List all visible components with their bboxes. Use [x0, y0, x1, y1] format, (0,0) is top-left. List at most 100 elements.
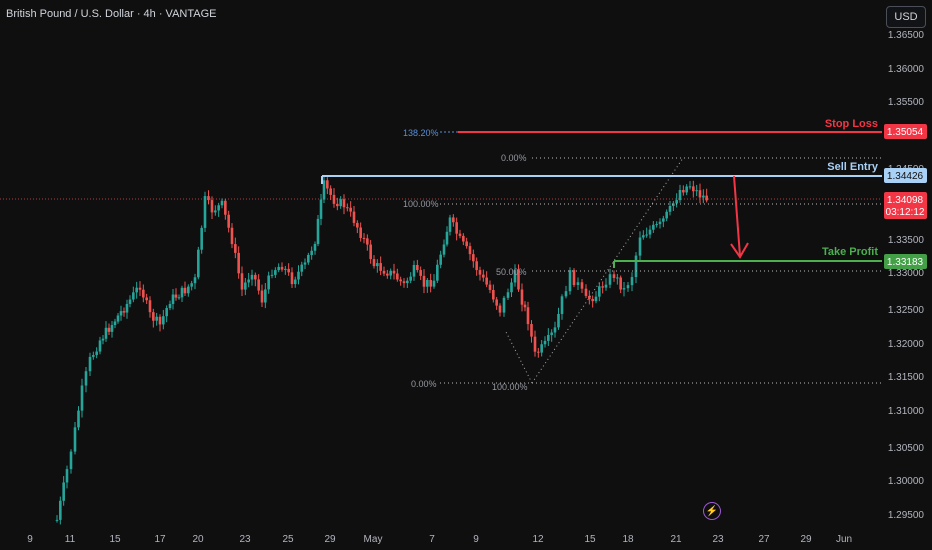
candle-body: [389, 270, 392, 276]
candle-body: [316, 218, 320, 245]
candle-body: [322, 180, 326, 200]
time-label: 25: [282, 534, 294, 545]
candle-body: [80, 385, 84, 411]
candle-body: [439, 254, 442, 265]
sell-entry-tag: 1.34426: [887, 171, 924, 182]
candle-body: [104, 327, 108, 339]
take-profit-tag: 1.33183: [887, 257, 924, 268]
candle-body: [280, 266, 284, 270]
candle-body: [59, 500, 62, 520]
candle-body: [264, 289, 267, 303]
candle-body: [432, 280, 436, 287]
time-label: 9: [473, 534, 479, 545]
fib-0-top-label: 0.00%: [501, 153, 527, 163]
candle-body: [244, 282, 247, 290]
candle-body: [655, 224, 658, 226]
candle-body: [675, 200, 678, 204]
candle-body: [210, 200, 214, 213]
candle-body: [568, 270, 572, 292]
candle-body: [426, 280, 429, 287]
candle-body: [237, 252, 240, 274]
candle-body: [260, 290, 264, 303]
candle-body: [584, 288, 588, 296]
candle-body: [359, 227, 362, 238]
price-label: 1.30000: [888, 476, 925, 487]
candle-body: [125, 303, 129, 313]
candle-body: [468, 246, 472, 255]
candle-body: [101, 338, 105, 341]
candle-body: [217, 205, 220, 211]
candle-body: [356, 222, 359, 228]
candle-body: [128, 299, 132, 304]
fib-100-label: 100.00%: [403, 199, 439, 209]
price-label: 1.30500: [888, 443, 925, 454]
candle-body: [638, 237, 642, 256]
candle-body: [135, 287, 138, 293]
candle-body: [145, 297, 148, 301]
candle-body: [416, 265, 419, 271]
candle-body: [293, 279, 297, 285]
price-chart[interactable]: 138.20% 0.00% 100.00% 50.00% 0.00% 100.0…: [0, 0, 932, 550]
candle-body: [526, 307, 530, 325]
time-label: May: [364, 534, 383, 545]
candle-body: [369, 244, 372, 260]
candle-body: [138, 287, 142, 290]
candle-body: [485, 277, 488, 285]
candle-body: [533, 336, 537, 352]
stop-loss-tag: 1.35054: [887, 127, 924, 138]
candle-body: [642, 235, 645, 238]
candle-body: [254, 274, 257, 280]
candle-body: [678, 190, 682, 201]
candle-body: [230, 227, 234, 245]
candle-body: [685, 186, 688, 193]
time-label: Jun: [836, 534, 852, 545]
candle-body: [171, 294, 175, 304]
candle-body: [183, 287, 187, 294]
candle-body: [419, 270, 422, 276]
time-label: 12: [532, 534, 544, 545]
current-price-tag: 1.34098: [887, 195, 924, 206]
candle-body: [557, 313, 560, 328]
candle-body: [458, 233, 462, 236]
candle-body: [297, 271, 300, 280]
candle-body: [107, 327, 111, 332]
candle-body: [619, 277, 622, 290]
candle-body: [553, 327, 557, 333]
candle-body: [155, 316, 158, 321]
price-label: 1.29500: [888, 510, 925, 521]
candle-body: [379, 263, 382, 271]
candle-body: [162, 316, 165, 325]
candle-body: [339, 199, 342, 207]
candle-body: [412, 265, 416, 277]
candle-body: [537, 351, 540, 353]
lightning-icon[interactable]: ⚡: [703, 502, 721, 520]
candle-body: [409, 276, 412, 281]
candle-body: [287, 268, 290, 273]
price-label: 1.33000: [888, 268, 925, 279]
candle-body: [580, 282, 584, 289]
candle-body: [520, 289, 524, 305]
candle-body: [148, 300, 152, 313]
candle-body: [250, 274, 254, 280]
candle-body: [132, 292, 135, 300]
candle-body: [682, 190, 685, 193]
candle-body: [668, 205, 672, 212]
candle-body: [530, 324, 533, 337]
candle-body: [392, 270, 396, 274]
candle-body: [472, 254, 475, 262]
candle-body: [498, 305, 502, 313]
candle-body: [478, 270, 482, 275]
candle-body: [601, 286, 604, 288]
candle-body: [402, 281, 406, 284]
candle-body: [591, 298, 594, 302]
candle-body: [214, 210, 217, 213]
candle-body: [62, 482, 65, 501]
take-profit-label: Take Profit: [822, 246, 878, 258]
candle-body: [197, 249, 200, 278]
candle-body: [482, 274, 485, 278]
sell-arrow: [730, 175, 749, 259]
candle-body: [92, 355, 95, 357]
candle-body: [284, 268, 287, 270]
candle-body: [665, 211, 668, 219]
price-label: 1.32500: [888, 305, 925, 316]
